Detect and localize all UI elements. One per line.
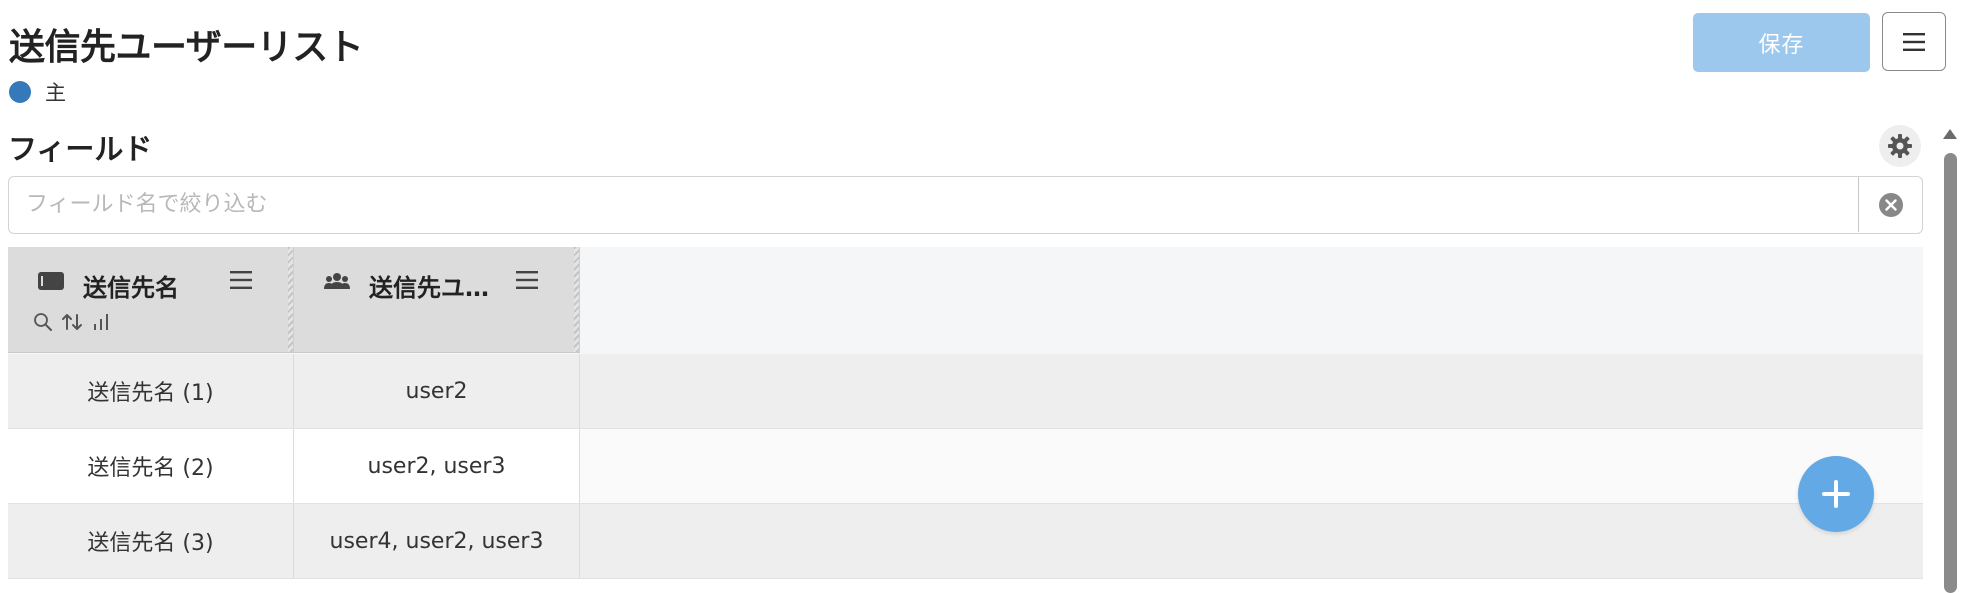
- table-row[interactable]: 送信先名 (1) user2: [8, 354, 1923, 429]
- clear-icon: [1878, 192, 1903, 217]
- legend-dot-icon: [9, 81, 31, 103]
- search-icon[interactable]: [33, 312, 53, 332]
- scrollbar-thumb[interactable]: [1944, 153, 1957, 593]
- table-cell[interactable]: user2: [294, 354, 580, 428]
- filter-clear-button[interactable]: [1858, 177, 1922, 232]
- field-settings-button[interactable]: [1879, 125, 1921, 167]
- table-cell[interactable]: user2, user3: [294, 429, 580, 503]
- save-button[interactable]: 保存: [1693, 13, 1870, 72]
- page-title: 送信先ユーザーリスト: [9, 27, 364, 68]
- column-resize-handle[interactable]: [574, 247, 579, 352]
- menu-button[interactable]: [1882, 12, 1946, 71]
- column-title: 送信先名: [83, 274, 179, 302]
- plus-icon: [1822, 480, 1850, 508]
- table-cell[interactable]: 送信先名 (3): [8, 504, 294, 578]
- column-title: 送信先ユーザー: [369, 274, 494, 302]
- field-filter-input[interactable]: [9, 177, 1857, 232]
- legend-label: 主: [45, 81, 66, 105]
- hamburger-icon: [1903, 32, 1925, 51]
- column-resize-handle[interactable]: [288, 247, 293, 352]
- table-row[interactable]: 送信先名 (3) user4, user2, user3: [8, 504, 1923, 579]
- table-row[interactable]: 送信先名 (2) user2, user3: [8, 429, 1923, 504]
- table-cell[interactable]: 送信先名 (1): [8, 354, 294, 428]
- vertical-scrollbar[interactable]: [1941, 125, 1959, 593]
- sort-icon[interactable]: [61, 312, 83, 332]
- gear-icon: [1888, 134, 1912, 158]
- column-header-destination-name[interactable]: 送信先名: [8, 247, 294, 353]
- column-menu-icon[interactable]: [516, 270, 538, 290]
- column-menu-icon[interactable]: [230, 270, 252, 290]
- add-record-button[interactable]: [1798, 456, 1874, 532]
- scroll-up-arrow-icon[interactable]: [1943, 129, 1957, 139]
- field-filter: [8, 176, 1923, 234]
- text-field-icon: [38, 272, 64, 290]
- fields-section-title: フィールド: [8, 132, 153, 166]
- users-icon: [324, 273, 350, 289]
- column-tools: [33, 312, 111, 332]
- column-header-destination-users[interactable]: 送信先ユーザー: [294, 247, 580, 353]
- table-cell[interactable]: 送信先名 (2): [8, 429, 294, 503]
- records-table: 送信先名 送信先ユー 送信先名 (1) user2 送信先名 (2) user2…: [8, 247, 1923, 582]
- legend: 主: [9, 77, 66, 107]
- table-cell[interactable]: user4, user2, user3: [294, 504, 580, 578]
- chart-bar-icon[interactable]: [91, 312, 111, 332]
